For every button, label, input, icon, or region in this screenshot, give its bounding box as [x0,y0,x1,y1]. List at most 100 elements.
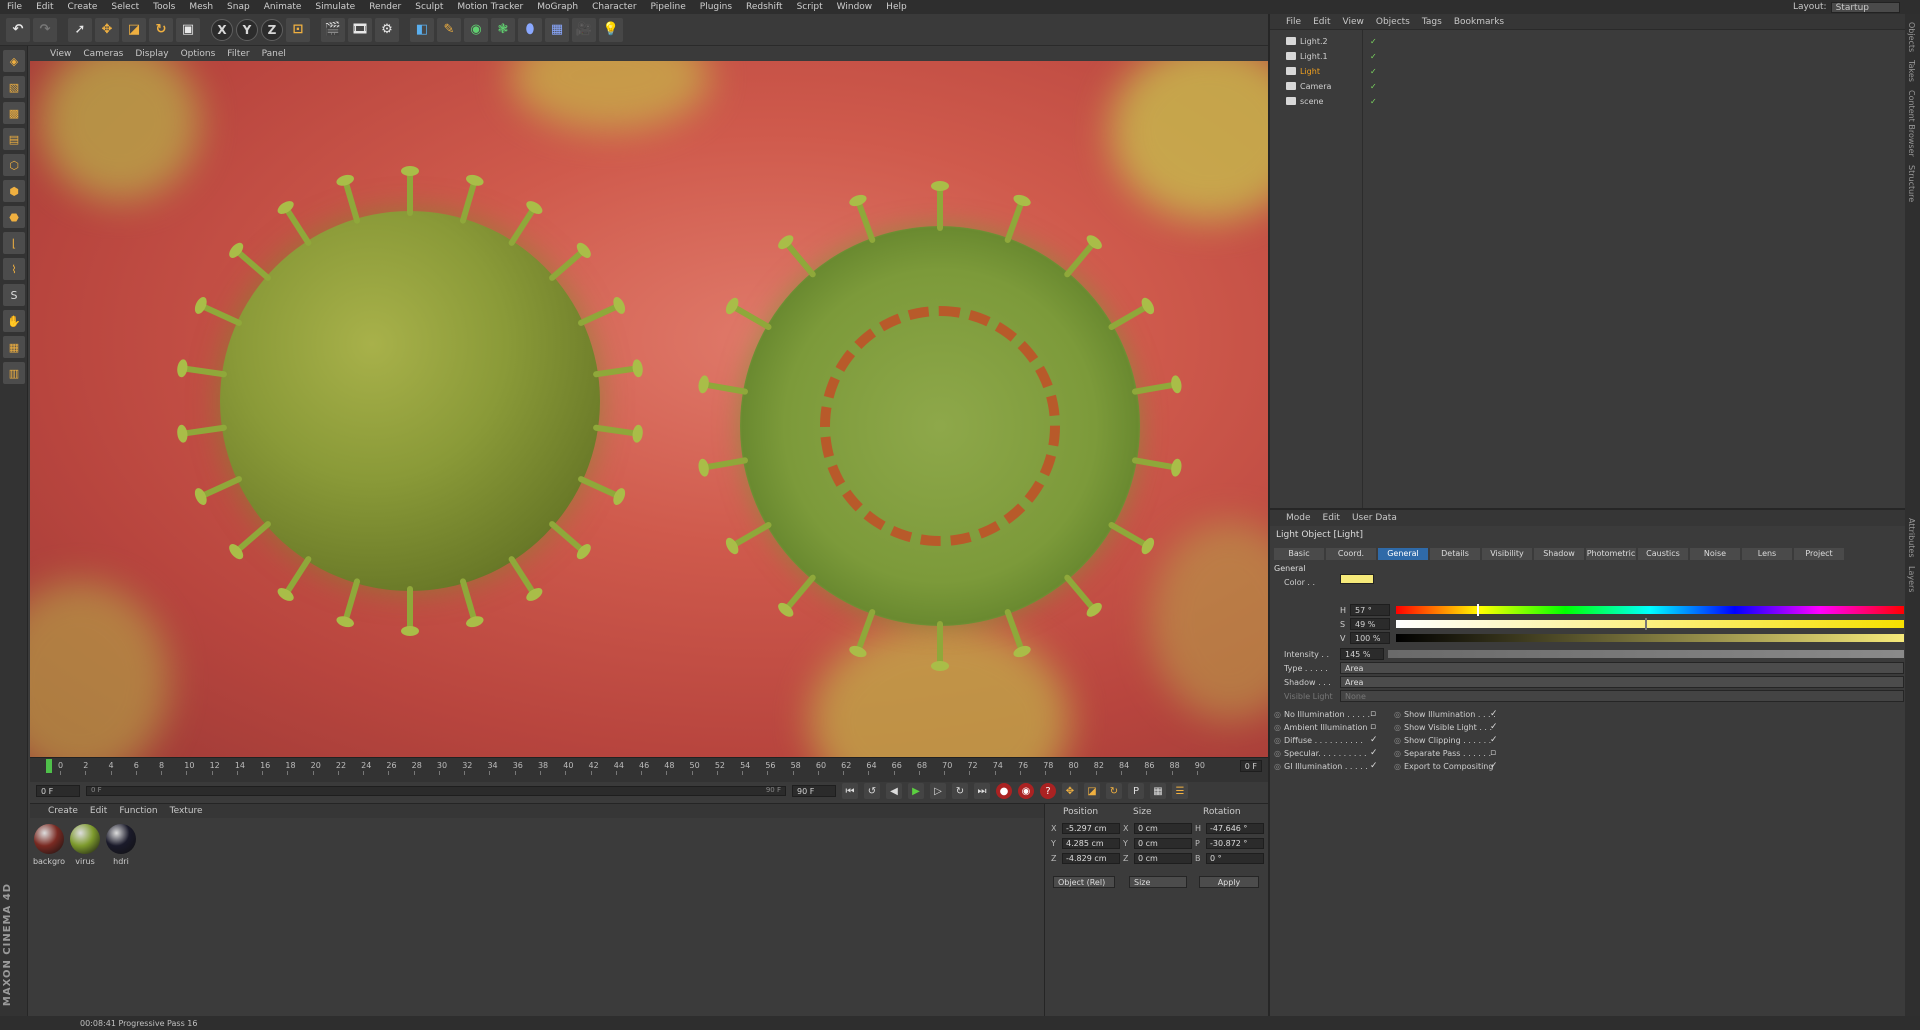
camera-object-icon[interactable]: 🎥 [572,17,596,42]
mograph-cloner-icon[interactable]: ❃ [491,17,515,42]
value-field[interactable]: 100 % [1350,632,1390,644]
menu-mesh[interactable]: Mesh [182,2,220,12]
hue-field[interactable]: 57 ° [1350,604,1390,616]
menu-script[interactable]: Script [790,2,830,12]
floor-environment-icon[interactable]: ▦ [545,17,569,42]
menu-redshift[interactable]: Redshift [739,2,790,12]
viewport-menu-filter[interactable]: Filter [227,49,249,59]
object-menu-bookmarks[interactable]: Bookmarks [1454,17,1504,27]
parameter-key-icon[interactable]: P [1128,783,1144,799]
material-menu-function[interactable]: Function [119,806,157,816]
object-menu-edit[interactable]: Edit [1313,17,1330,27]
checkbox[interactable]: ✓ [1370,735,1378,745]
menu-animate[interactable]: Animate [257,2,309,12]
position-key-icon[interactable]: ✥ [1062,783,1078,799]
animation-dot-icon[interactable]: ◎ [1274,762,1281,771]
checkbox[interactable]: ✓ [1490,722,1498,732]
menu-simulate[interactable]: Simulate [308,2,362,12]
color-swatch[interactable] [1340,574,1374,584]
side-tab-objects[interactable]: Objects [1907,22,1916,52]
saturation-slider[interactable] [1396,620,1904,628]
menu-motion-tracker[interactable]: Motion Tracker [450,2,530,12]
position-field[interactable]: -4.829 cm [1062,852,1120,864]
select-arrow-icon[interactable]: ➚ [68,17,92,42]
shadow-select[interactable]: Area [1340,676,1904,688]
render-view-icon[interactable]: 🎬 [321,17,345,42]
coordinate-system-icon[interactable]: ⊡ [286,17,310,42]
start-frame-field[interactable]: 0 F [36,785,80,797]
tab-shadow[interactable]: Shadow [1534,548,1584,560]
checkbox[interactable]: ✓ [1370,748,1378,758]
checkbox[interactable]: ✓ [1370,761,1378,771]
hue-thumb[interactable] [1477,604,1480,616]
render-picture-viewer-icon[interactable]: 🎞 [348,17,372,42]
viewport-menu-cameras[interactable]: Cameras [83,49,123,59]
material-swatch[interactable]: hdri [104,822,138,867]
menu-select[interactable]: Select [104,2,146,12]
workplane-lock-icon[interactable]: ▦ [3,336,25,358]
intensity-slider[interactable] [1388,650,1904,658]
animation-dot-icon[interactable]: ◎ [1394,762,1401,771]
workplane-mode-icon[interactable]: ▤ [3,128,25,150]
attribute-menu-user-data[interactable]: User Data [1352,513,1397,523]
light-object-icon[interactable]: 💡 [599,17,623,42]
go-to-start-icon[interactable]: ⏮ [842,783,858,799]
undo-icon[interactable]: ↶ [6,17,30,42]
pen-spline-icon[interactable]: ✎ [437,17,461,42]
hue-slider[interactable] [1396,606,1904,614]
render-settings-icon[interactable]: ⚙ [375,17,399,42]
position-field[interactable]: 4.285 cm [1062,837,1120,849]
visible-light-select[interactable]: None [1340,690,1904,702]
viewport-render[interactable] [30,61,1268,757]
side-tab-layers[interactable]: Layers [1907,566,1916,592]
snapping-icon[interactable]: S [3,284,25,306]
animation-dot-icon[interactable]: ◎ [1394,749,1401,758]
rotation-field[interactable]: 0 ° [1206,852,1264,864]
size-field[interactable]: 0 cm [1134,852,1192,864]
timeline-menu-icon[interactable]: ☰ [1172,783,1188,799]
keyframe-selection-icon[interactable]: ? [1040,783,1056,799]
points-mode-icon[interactable]: ⬡ [3,154,25,176]
saturation-field[interactable]: 49 % [1350,618,1390,630]
frame-range-slider[interactable]: 0 F 90 F [86,786,786,796]
z-axis-lock-button[interactable]: Z [261,18,283,41]
menu-tools[interactable]: Tools [146,2,182,12]
autokey-icon[interactable]: ◉ [1018,783,1034,799]
material-menu-edit[interactable]: Edit [90,806,107,816]
animation-dot-icon[interactable]: ◎ [1394,710,1401,719]
intensity-field[interactable]: 145 % [1340,648,1384,660]
checkbox[interactable]: ▫ [1490,748,1496,758]
make-editable-icon[interactable]: ◈ [3,50,25,72]
tab-basic[interactable]: Basic [1274,548,1324,560]
attribute-menu-edit[interactable]: Edit [1323,513,1340,523]
side-tab-attributes[interactable]: Attributes [1907,518,1916,558]
object-row[interactable]: Camera ✓ [1274,79,1400,93]
saturation-thumb[interactable] [1644,618,1647,630]
pla-key-icon[interactable]: ▦ [1150,783,1166,799]
subdivision-generator-icon[interactable]: ◉ [464,17,488,42]
object-row[interactable]: scene ✓ [1274,94,1400,108]
size-field[interactable]: 0 cm [1134,837,1192,849]
tab-visibility[interactable]: Visibility [1482,548,1532,560]
tab-general[interactable]: General [1378,548,1428,560]
next-key-icon[interactable]: ↻ [952,783,968,799]
tab-noise[interactable]: Noise [1690,548,1740,560]
animation-dot-icon[interactable]: ◎ [1274,736,1281,745]
animation-dot-icon[interactable]: ◎ [1394,723,1401,732]
polygons-mode-icon[interactable]: ⬣ [3,206,25,228]
menu-render[interactable]: Render [362,2,408,12]
move-tool-icon[interactable]: ✥ [95,17,119,42]
tab-coord[interactable]: Coord. [1326,548,1376,560]
animation-dot-icon[interactable]: ◎ [1274,723,1281,732]
frame-ruler[interactable]: 0 2 4 6 8 10 12 14 16 18 20 22 24 26 28 30 32 34 36 38 40 42 4… [38,759,1218,775]
animation-dot-icon[interactable]: ◎ [1274,749,1281,758]
side-tab-structure[interactable]: Structure [1907,165,1916,202]
object-row[interactable]: Light ✓ [1274,64,1400,78]
type-select[interactable]: Area [1340,662,1904,674]
x-axis-lock-button[interactable]: X [211,18,233,41]
scale-key-icon[interactable]: ◪ [1084,783,1100,799]
menu-file[interactable]: File [0,2,29,12]
menu-sculpt[interactable]: Sculpt [408,2,450,12]
checkbox[interactable]: ✓ [1490,735,1498,745]
menu-snap[interactable]: Snap [220,2,257,12]
